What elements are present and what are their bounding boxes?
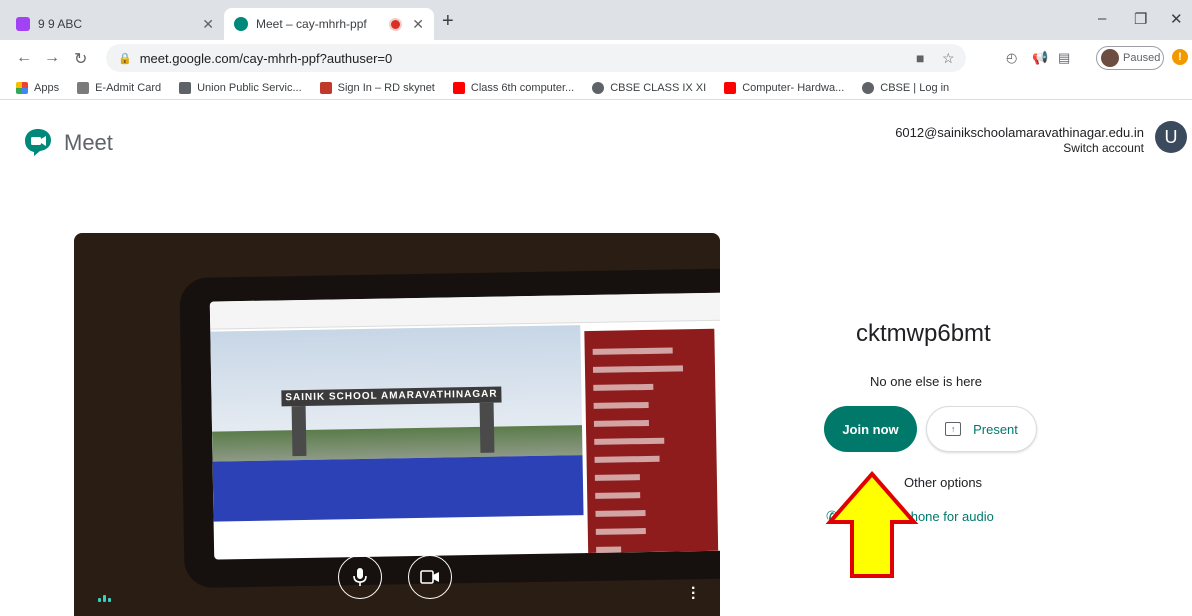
bookmark-cbse-login[interactable]: CBSE | Log in [862, 81, 950, 94]
tab-title: 9 9 ABC [38, 17, 83, 31]
account-email: 6012@sainikschoolamaravathinagar.edu.in [895, 125, 1144, 140]
bookmark-apps[interactable]: Apps [16, 81, 60, 94]
youtube-icon [452, 81, 465, 94]
profile-avatar [1101, 49, 1119, 67]
bookmark-label: Computer- Hardwa... [742, 81, 845, 94]
address-bar[interactable]: 🔒 meet.google.com/cay-mhrh-ppf?authuser=… [106, 44, 966, 72]
emblem-icon [179, 81, 192, 94]
tab-meet[interactable]: Meet – cay-mhrh-ppf ✕ [224, 8, 434, 40]
present-screen-icon: ↑ [945, 422, 962, 436]
globe-icon [592, 81, 605, 94]
megaphone-extension-icon[interactable]: 📢 [1032, 50, 1048, 66]
more-options-icon[interactable]: · · · [691, 581, 696, 607]
new-tab-button[interactable]: + [442, 10, 454, 33]
bookmark-computer-hardware[interactable]: Computer- Hardwa... [724, 81, 845, 94]
tab-9-9-abc[interactable]: 9 9 ABC ✕ [6, 8, 224, 40]
meeting-code: cktmwp6bmt [856, 320, 991, 347]
minimize-icon[interactable]: – [1098, 10, 1106, 27]
audio-level-icon [98, 595, 111, 602]
bookmark-label: Union Public Servic... [197, 81, 302, 94]
youtube-icon [724, 81, 737, 94]
bookmarks-bar: Apps E-Admit Card Union Public Servic...… [0, 76, 1192, 100]
recording-indicator-icon [391, 19, 401, 29]
tab-close-icon[interactable]: ✕ [412, 16, 424, 33]
join-now-button[interactable]: Join now [824, 406, 917, 452]
participants-status: No one else is here [869, 374, 982, 389]
bookmark-star-icon[interactable]: ☆ [942, 50, 955, 67]
camera-toggle-button[interactable] [408, 555, 452, 599]
meet-favicon-icon [234, 17, 248, 31]
close-window-icon[interactable]: ✕ [1170, 10, 1183, 28]
app-name: Meet [64, 130, 113, 155]
back-arrow-icon[interactable]: ← [16, 49, 32, 67]
bookmark-class-6th[interactable]: Class 6th computer... [452, 81, 575, 94]
video-camera-icon [420, 570, 439, 584]
account-avatar[interactable]: U [1155, 121, 1187, 153]
emblem-icon [77, 81, 90, 94]
video-preview: SAINIK SCHOOL AMARAVATHINAGAR · · · [74, 233, 720, 616]
calendar-favicon-icon [16, 17, 30, 31]
annotation-up-arrow [825, 470, 919, 578]
bookmark-label: Sign In – RD skynet [337, 81, 435, 94]
globe-icon [862, 81, 875, 94]
bookmark-cbse-class[interactable]: CBSE CLASS IX XI [592, 81, 707, 94]
bookmark-e-admit-card[interactable]: E-Admit Card [77, 81, 162, 94]
update-warning-icon[interactable]: ! [1172, 49, 1188, 65]
forward-arrow-icon[interactable]: → [44, 49, 60, 67]
restore-icon[interactable]: ❐ [1134, 10, 1147, 28]
school-site-menu [584, 328, 719, 554]
switch-account-link[interactable]: Switch account [1063, 141, 1144, 155]
phone-screen: SAINIK SCHOOL AMARAVATHINAGAR [209, 292, 720, 560]
tab-title: Meet – cay-mhrh-ppf [256, 17, 367, 31]
media-extension-icon[interactable]: ▤ [1058, 50, 1070, 66]
lock-icon: 🔒 [118, 52, 132, 65]
bookmark-label: Class 6th computer... [470, 81, 575, 94]
present-label: Present [973, 421, 1018, 437]
camera-in-use-icon[interactable]: ■ [916, 50, 924, 66]
bookmark-rd-skynet[interactable]: Sign In – RD skynet [319, 81, 435, 94]
phone-in-camera-image: SAINIK SCHOOL AMARAVATHINAGAR [179, 267, 720, 589]
microphone-icon [353, 568, 367, 586]
bookmark-upsc[interactable]: Union Public Servic... [179, 81, 302, 94]
bookmark-label: CBSE | Log in [880, 81, 950, 94]
tab-bar: 9 9 ABC ✕ Meet – cay-mhrh-ppf ✕ + – ❐ ✕ [0, 0, 1192, 40]
bookmark-label: Apps [34, 81, 60, 94]
microphone-toggle-button[interactable] [338, 555, 382, 599]
apps-grid-icon [16, 81, 28, 94]
url-text: meet.google.com/cay-mhrh-ppf?authuser=0 [139, 50, 393, 66]
speed-extension-icon[interactable]: ◴ [1006, 50, 1017, 66]
tab-close-icon[interactable]: ✕ [202, 16, 214, 33]
bookmark-label: CBSE CLASS IX XI [610, 81, 707, 94]
present-button[interactable]: ↑ Present [926, 406, 1037, 452]
reload-icon[interactable]: ↻ [74, 49, 87, 69]
skynet-icon [319, 81, 332, 94]
profile-button[interactable]: Paused [1096, 46, 1164, 70]
profile-label: Paused [1123, 52, 1161, 64]
bookmark-label: E-Admit Card [95, 81, 162, 94]
meet-logo-icon[interactable] [22, 126, 54, 158]
